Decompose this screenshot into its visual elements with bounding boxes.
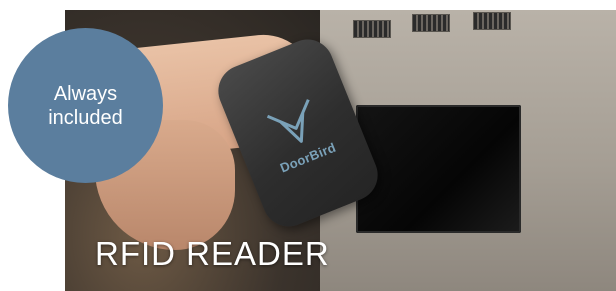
rfid-reader-area <box>356 105 521 233</box>
badge-line-2: included <box>48 106 123 129</box>
badge-line-1: Always <box>53 82 118 105</box>
speaker-grille <box>412 14 450 32</box>
speaker-grille <box>353 20 391 38</box>
always-included-badge: Always included <box>8 28 163 183</box>
product-title: RFID READER <box>95 235 330 272</box>
speaker-grille <box>473 12 511 30</box>
promo-tile: DoorBird RFID READER Always included <box>0 0 616 291</box>
